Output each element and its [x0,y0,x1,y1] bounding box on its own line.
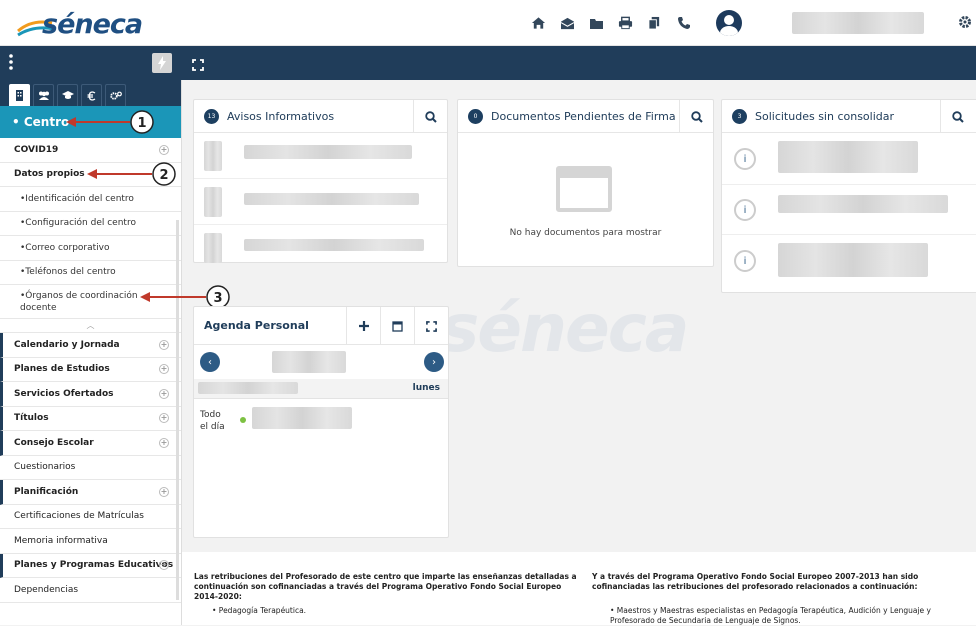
event-dot-icon [240,417,246,423]
callout-1-number: 1 [137,116,146,131]
agenda-event-blurred[interactable] [252,407,352,429]
agenda-date-blurred [272,351,346,373]
solicitud-row[interactable]: i [722,235,976,287]
prev-day-button[interactable]: ‹ [200,352,220,372]
callout-3-number: 3 [213,291,222,306]
info-icon: i [734,250,756,272]
agenda-title: Agenda Personal [204,319,309,332]
solicitudes-title: Solicitudes sin consolidar [755,109,895,123]
documentos-empty-message: No hay documentos para mostrar [509,228,662,238]
solicitudes-card: 3 Solicitudes sin consolidar i i i [721,99,976,293]
footer-right-item: • Maestros y Maestras especialistas en P… [610,606,931,625]
aviso-row[interactable] [194,225,447,271]
agenda-day-label: lunes [412,383,440,393]
footer: Las retribuciones del Profesorado de est… [182,552,976,625]
solicitudes-count-badge: 3 [732,108,747,124]
avisos-search-icon[interactable] [413,100,447,133]
aviso-row[interactable] [194,133,447,179]
agenda-expand-icon[interactable] [414,307,448,345]
agenda-header: Agenda Personal [194,307,448,345]
footer-right-text: Y a través del Programa Operativo Fondo … [592,572,919,591]
footer-left-item: • Pedagogía Terapéutica. [212,606,307,615]
add-event-icon[interactable] [346,307,380,345]
logo-text: séneca [42,8,143,40]
agenda-card: Agenda Personal ‹ › lunes Todo el día [193,306,449,538]
callout-3: 3 [140,285,230,309]
documentos-header: 0 Documentos Pendientes de Firma [458,100,713,133]
documentos-title: Documentos Pendientes de Firma [491,109,676,123]
documentos-card: 0 Documentos Pendientes de Firma No hay … [457,99,714,267]
avisos-header: 13 Avisos Informativos [194,100,447,133]
avisos-title: Avisos Informativos [227,109,335,123]
aviso-row[interactable] [194,179,447,225]
solicitudes-search-icon[interactable] [940,100,974,133]
next-day-button[interactable]: › [424,352,444,372]
empty-document-icon [556,166,612,212]
info-icon: i [734,199,756,221]
callout-2-number: 2 [159,168,168,183]
agenda-allday-label: Todo el día [200,410,225,432]
solicitudes-header: 3 Solicitudes sin consolidar [722,100,976,133]
avisos-card: 13 Avisos Informativos [193,99,448,263]
documentos-count-badge: 0 [468,108,483,124]
info-icon: i [734,148,756,170]
callout-1: 1 [66,110,154,134]
agenda-day-header: lunes [194,379,448,399]
callout-2: 2 [87,162,176,186]
avisos-count-badge: 13 [204,108,219,124]
seneca-watermark: séneca [440,290,689,367]
footer-left-text: Las retribuciones del Profesorado de est… [194,572,577,601]
calendar-icon[interactable] [380,307,414,345]
solicitud-row[interactable]: i [722,133,976,185]
documentos-search-icon[interactable] [679,100,713,133]
solicitud-row[interactable]: i [722,185,976,235]
